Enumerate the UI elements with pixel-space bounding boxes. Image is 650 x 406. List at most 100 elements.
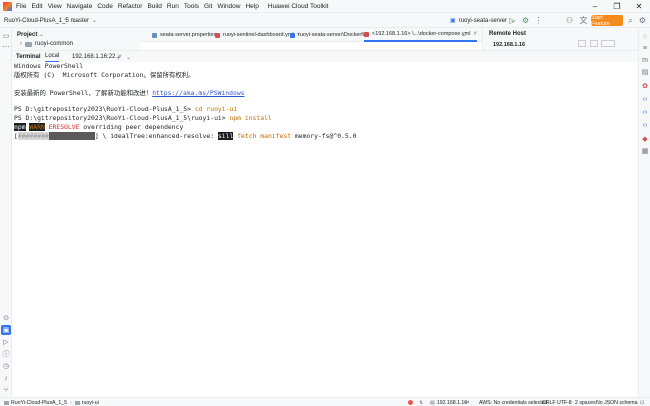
project-panel-title[interactable]: Project ⌄ bbox=[17, 31, 44, 38]
git-icon[interactable]: ⑂ bbox=[1, 385, 11, 395]
terminal-icon[interactable]: ▣ bbox=[1, 325, 11, 335]
aws-credentials[interactable]: AWS: No credentials selected bbox=[479, 398, 547, 406]
progress-bar-fill: ############ bbox=[48, 132, 95, 140]
terminal-line: PS D:\gitrepository2023\RuoYi-Cloud-Plus… bbox=[14, 114, 272, 122]
terminal-line: 安装最新的 PowerShell，了解新功能和改进！https://aka.ms… bbox=[14, 89, 245, 97]
ftp-icon[interactable]: ⇄ bbox=[465, 398, 469, 406]
tab-docker-compose-yml[interactable]: <192.168.1.16> \...\docker-compose.yml × bbox=[364, 28, 477, 42]
notifications-icon[interactable]: ♢ bbox=[640, 32, 650, 42]
lock-icon[interactable]: ⊡ bbox=[640, 398, 644, 406]
json-schema[interactable]: No JSON schema bbox=[596, 398, 638, 406]
maven-icon[interactable]: m bbox=[640, 55, 650, 65]
more-actions-icon[interactable]: ⋮ bbox=[533, 15, 544, 26]
structure-icon[interactable]: ▦ bbox=[640, 146, 650, 156]
breadcrumb-project[interactable]: RuoYi-Cloud-PlusA_1_5 bbox=[11, 400, 67, 406]
branch-selector[interactable]: ⑂ master ⌄ bbox=[64, 13, 97, 28]
add-user-icon[interactable]: ⚇ bbox=[564, 15, 575, 26]
project-panel: Project ⌄ › ruoyi-common bbox=[12, 28, 140, 50]
file-encoding[interactable]: UTF-8 bbox=[557, 398, 572, 406]
gradle-icon[interactable]: ▤ bbox=[640, 67, 650, 77]
left-tool-strip: ▭ ⋯ ⊙ ▣ ▷ ⓘ ◷ ♪ ⑂ bbox=[0, 28, 12, 397]
tabs-dropdown-icon[interactable]: ⌄ bbox=[462, 28, 467, 42]
tree-item-ruoyi-common[interactable]: › ruoyi-common bbox=[20, 41, 73, 47]
minimize-button[interactable]: – bbox=[584, 0, 606, 13]
close-window-button[interactable]: ✕ bbox=[628, 0, 650, 13]
more-tools-icon[interactable]: ⋯ bbox=[1, 42, 11, 52]
remote-action-icon[interactable] bbox=[578, 40, 586, 47]
chevron-down-icon: ⌄ bbox=[91, 18, 97, 24]
terminal-line: PS D:\gitrepository2023\RuoYi-Cloud-Plus… bbox=[14, 105, 238, 113]
git-branch-icon: ⑂ bbox=[64, 17, 68, 24]
run-config-name: ruoyi-seata-server bbox=[458, 17, 508, 24]
start-feature-button[interactable]: Start Feature bbox=[591, 15, 623, 27]
tiktok-icon[interactable]: ♪ bbox=[1, 373, 11, 383]
menu-refactor[interactable]: Refactor bbox=[118, 3, 143, 10]
tab-sentinel-dashboard-yml[interactable]: ruoyi-sentinel-dashboard.yml × bbox=[215, 28, 300, 42]
remote-host-panel: Remote Host 192.168.1.16 bbox=[482, 28, 638, 50]
more-tabs-icon[interactable]: ⋮ bbox=[472, 28, 478, 42]
status-bar: RuoYi-Cloud-PlusA_1_5 › ruoyi-ui ⇅ ▤ 192… bbox=[0, 397, 650, 406]
menu-code[interactable]: Code bbox=[97, 3, 113, 10]
terminal-tab-bar: Terminal Local 192.168.1.16:22 × + ⌄ bbox=[12, 50, 638, 63]
code-icon[interactable]: ‹› bbox=[640, 120, 650, 130]
code-icon[interactable]: ‹› bbox=[640, 94, 650, 104]
remote-host-status[interactable]: ▤ 192.168.1.16 bbox=[430, 398, 467, 406]
debug-icon[interactable]: ⚙ bbox=[520, 15, 531, 26]
remote-action-icon[interactable] bbox=[590, 40, 598, 47]
terminal-progress-line: [####################] \ idealTree:enhan… bbox=[14, 132, 357, 140]
database-icon[interactable]: ≡ bbox=[640, 43, 650, 53]
maximize-button[interactable]: ❐ bbox=[606, 0, 628, 13]
folder-icon bbox=[4, 400, 9, 405]
editor-tab-bar: seata-server.properties ruoyi-sentinel-d… bbox=[140, 28, 482, 42]
editor-area[interactable] bbox=[140, 42, 482, 50]
settings-gear-icon[interactable]: ⚙ bbox=[637, 15, 648, 26]
menu-navigate[interactable]: Navigate bbox=[67, 3, 93, 10]
code-icon[interactable]: ‹› bbox=[640, 107, 650, 117]
plugin-icon[interactable]: ◆ bbox=[640, 134, 650, 144]
menu-tools[interactable]: Tools bbox=[184, 3, 199, 10]
menu-window[interactable]: Window bbox=[217, 3, 240, 10]
problems-icon[interactable]: ⓘ bbox=[1, 349, 11, 359]
tab-seata-server-properties[interactable]: seata-server.properties bbox=[152, 28, 216, 42]
search-icon[interactable]: ⌕ bbox=[625, 15, 636, 26]
powershell-link[interactable]: https://aka.ms/PSWindows bbox=[152, 89, 244, 97]
progress-bar-empty: ######## bbox=[17, 132, 49, 140]
run-icon[interactable]: ▷ bbox=[507, 15, 518, 26]
sync-icon[interactable]: ⇅ bbox=[419, 398, 423, 406]
menu-run[interactable]: Run bbox=[167, 3, 179, 10]
app-title: Huawei Cloud Toolkit bbox=[267, 2, 329, 10]
command-text: npm install bbox=[229, 114, 272, 122]
yaml-file-icon bbox=[364, 31, 369, 37]
properties-file-icon bbox=[152, 32, 157, 38]
project-folder-icon[interactable]: ▭ bbox=[1, 31, 11, 41]
menu-file[interactable]: File bbox=[16, 3, 26, 10]
run-tool-icon[interactable]: ▷ bbox=[1, 337, 11, 347]
huawei-icon[interactable]: ✿ bbox=[640, 81, 650, 91]
tab-seata-dockerfile[interactable]: ruoyi-seata-server\Dockerfile bbox=[290, 28, 368, 42]
yaml-file-icon bbox=[215, 32, 220, 38]
command-text: cd ruoyi-ui bbox=[194, 105, 238, 113]
intellij-logo-icon bbox=[3, 1, 12, 11]
profiler-icon[interactable]: ◷ bbox=[1, 361, 11, 371]
chevron-right-icon: › bbox=[20, 41, 22, 47]
menu-git[interactable]: Git bbox=[204, 3, 212, 10]
remote-host-entry[interactable]: 192.168.1.16 bbox=[493, 42, 525, 48]
menu-edit[interactable]: Edit bbox=[31, 3, 42, 10]
remote-filter-field[interactable] bbox=[601, 40, 615, 47]
run-config-icon: ▣ bbox=[450, 18, 456, 24]
line-ending[interactable]: CRLF bbox=[542, 398, 556, 406]
menu-build[interactable]: Build bbox=[147, 3, 161, 10]
services-icon[interactable]: ⊙ bbox=[1, 313, 11, 323]
menu-view[interactable]: View bbox=[48, 3, 62, 10]
translate-icon[interactable]: 文 bbox=[578, 15, 589, 26]
indent-setting[interactable]: 2 spaces bbox=[575, 398, 596, 406]
breadcrumb-module[interactable]: ruoyi-ui bbox=[82, 400, 99, 406]
docker-file-icon bbox=[290, 32, 295, 38]
menu-help[interactable]: Help bbox=[245, 3, 258, 10]
terminal-output[interactable]: Windows PowerShell 版权所有 (C) Microsoft Co… bbox=[12, 62, 638, 397]
error-indicator[interactable] bbox=[408, 398, 413, 406]
menu-bar: File Edit View Navigate Code Refactor Bu… bbox=[0, 0, 650, 13]
run-config-selector[interactable]: ▣ ruoyi-seata-server ⌄ bbox=[450, 13, 515, 28]
tree-item-label: ruoyi-common bbox=[35, 41, 74, 47]
remote-host-title: Remote Host bbox=[489, 31, 527, 37]
